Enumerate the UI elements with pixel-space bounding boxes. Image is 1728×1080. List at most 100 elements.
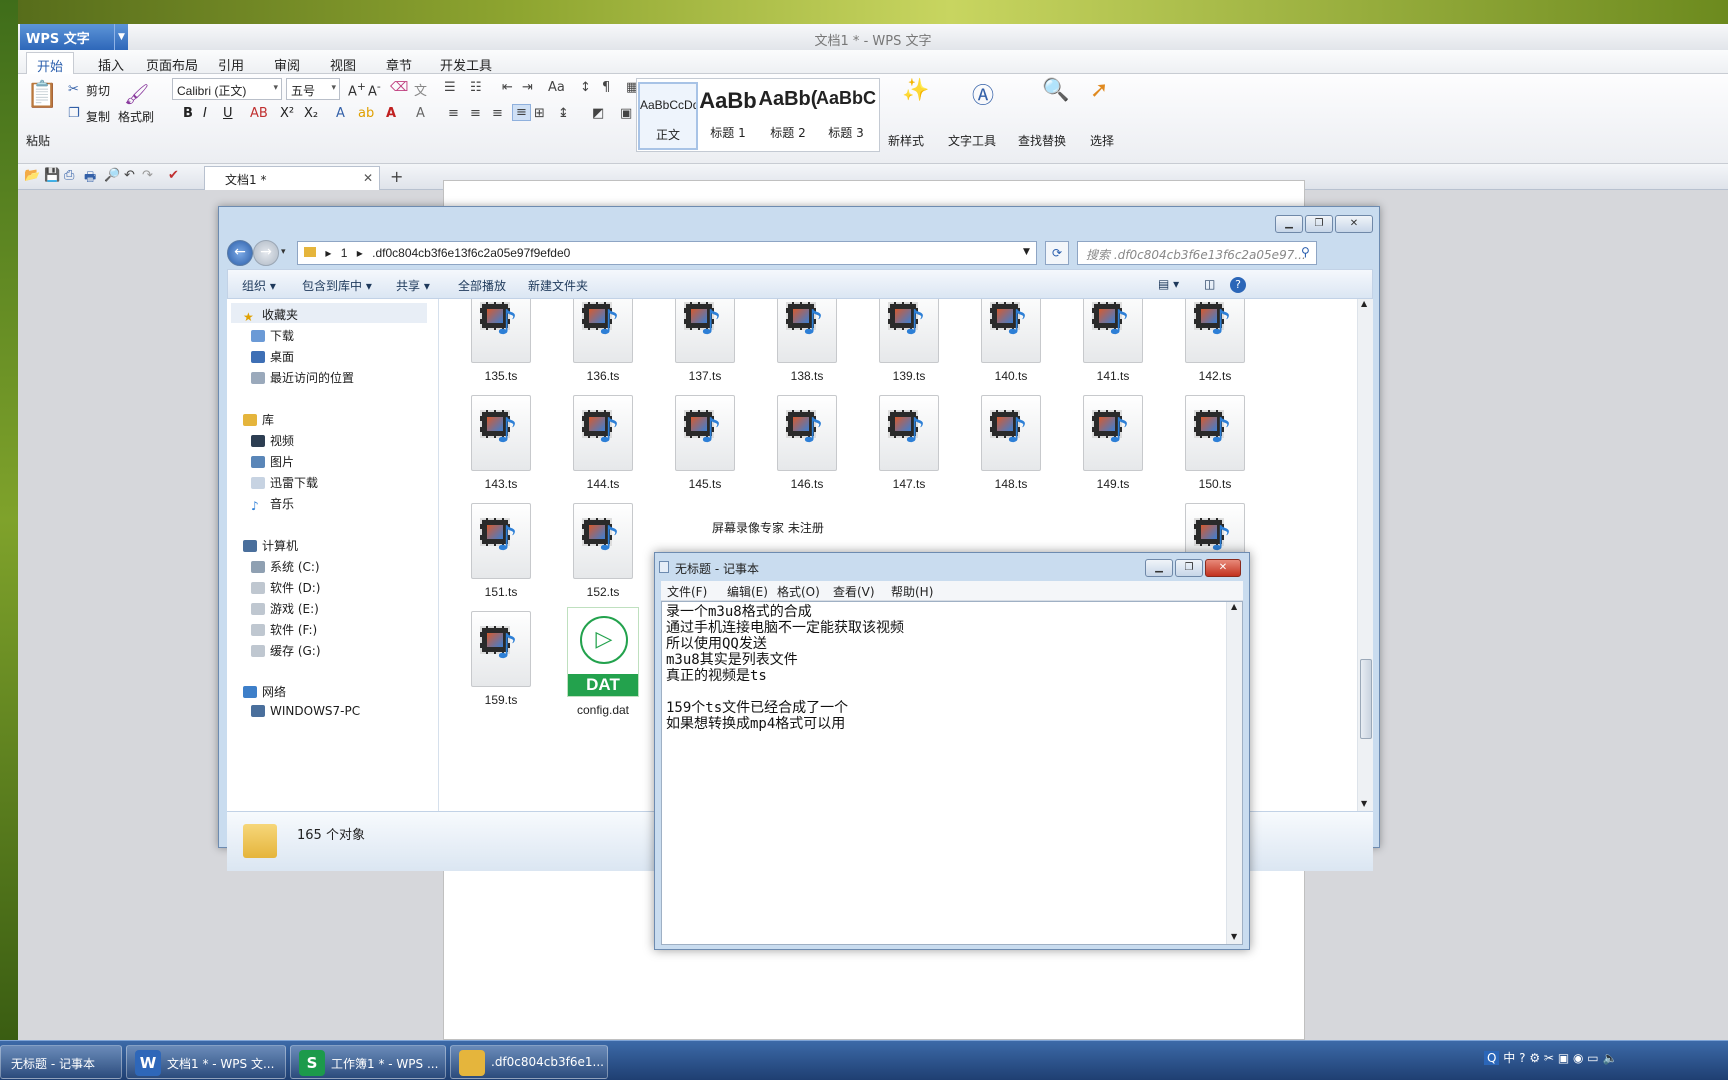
back-arrow-icon[interactable]: ←	[227, 240, 253, 266]
tab-review[interactable]: 审阅	[264, 52, 310, 74]
organize-button[interactable]: 组织 ▾	[242, 277, 276, 294]
italic-icon[interactable]: I	[203, 106, 207, 121]
file-item[interactable]: ♪ 141.ts	[1063, 299, 1163, 383]
open-icon[interactable]: 📂	[24, 168, 40, 183]
preview-pane-icon[interactable]: ◫	[1204, 277, 1215, 291]
notepad-scrollbar[interactable]: ▲ ▼	[1226, 602, 1242, 944]
search-icon[interactable]: ⚲	[1301, 245, 1310, 259]
file-item[interactable]: ♪ 143.ts	[451, 395, 551, 491]
select-cursor-icon[interactable]: ➚	[1090, 78, 1108, 103]
underline-icon[interactable]: U	[223, 106, 233, 121]
address-dropdown-icon[interactable]: ▼	[1023, 247, 1030, 257]
copy-icon[interactable]: ❐	[68, 106, 80, 121]
font-size-select[interactable]: 五号	[286, 78, 340, 100]
shrink-font-icon[interactable]: A-	[368, 80, 381, 99]
menu-edit[interactable]: 编辑(E)	[727, 583, 768, 600]
qq-icon[interactable]: ◉	[1573, 1051, 1583, 1065]
nav-pictures[interactable]: 图片	[251, 453, 294, 470]
qq-pinyin-icon[interactable]: Q	[1484, 1051, 1500, 1065]
highlight-icon[interactable]: ab	[358, 106, 374, 121]
taskbar-notepad[interactable]: 无标题 - 记事本	[0, 1045, 122, 1079]
file-item[interactable]: ♪ 148.ts	[961, 395, 1061, 491]
close-button[interactable]: ✕	[1335, 215, 1373, 233]
nav-drive-c[interactable]: 系统 (C:)	[251, 558, 320, 575]
subscript-icon[interactable]: X₂	[304, 106, 318, 121]
strikethrough-icon[interactable]: AB	[250, 106, 268, 121]
breadcrumb-current[interactable]: .df0c804cb3f6e13f6c2a05e97f9efde0	[372, 246, 570, 260]
tab-references[interactable]: 引用	[208, 52, 254, 74]
file-item[interactable]: ♪ 139.ts	[859, 299, 959, 383]
text-tools-button[interactable]: 文字工具	[948, 132, 996, 149]
notepad-maximize-button[interactable]: ❐	[1175, 559, 1203, 577]
tab-chapter[interactable]: 章节	[376, 52, 422, 74]
increase-indent-icon[interactable]: ⇥	[522, 80, 533, 95]
volume-icon[interactable]: 🔈	[1602, 1051, 1617, 1065]
search-input[interactable]: 搜索 .df0c804cb3f6e13f6c2a05e97...	[1077, 241, 1317, 265]
help-icon[interactable]: ?	[1230, 277, 1246, 293]
export-pdf-icon[interactable]: ⎙	[64, 168, 74, 183]
align-left-icon[interactable]: ≡	[448, 106, 459, 121]
document-tab[interactable]: 文档1 * ✕	[204, 166, 380, 190]
style-heading-3[interactable]: AaBbC 标题 3	[816, 82, 876, 150]
notepad-text-area[interactable]: 录一个m3u8格式的合成 通过手机连接电脑不一定能获取该视频 所以使用QQ发送 …	[661, 601, 1243, 945]
file-item[interactable]: ♪ 138.ts	[757, 299, 857, 383]
find-replace-icon[interactable]: 🔍	[1042, 78, 1069, 103]
scroll-down-icon[interactable]: ▼	[1231, 932, 1237, 941]
font-color-icon[interactable]: A	[386, 106, 396, 121]
file-item[interactable]: ▷ DAT config.dat	[553, 607, 653, 717]
file-item[interactable]: ♪ 137.ts	[655, 299, 755, 383]
paste-button[interactable]: 粘贴	[26, 132, 50, 149]
show-marks-icon[interactable]: ¶	[602, 80, 610, 95]
maximize-button[interactable]: ❐	[1305, 215, 1333, 233]
file-item[interactable]: ♪ 146.ts	[757, 395, 857, 491]
nav-music[interactable]: ♪ 音乐	[251, 495, 294, 513]
menu-help[interactable]: 帮助(H)	[891, 583, 933, 600]
new-style-button[interactable]: 新样式	[888, 132, 924, 149]
borders-icon[interactable]: ▣	[620, 106, 632, 121]
breadcrumb-parent[interactable]: 1	[341, 246, 348, 260]
tab-view[interactable]: 视图	[320, 52, 366, 74]
file-item[interactable]: ♪ 149.ts	[1063, 395, 1163, 491]
scroll-up-icon[interactable]: ▲	[1361, 299, 1367, 308]
nav-favorites[interactable]: ★ 收藏夹	[231, 303, 427, 324]
sort-icon[interactable]: ↕	[580, 80, 591, 95]
monitor-icon[interactable]: ▭	[1587, 1051, 1598, 1065]
format-painter-button[interactable]: 格式刷	[118, 108, 154, 125]
nav-drive-e[interactable]: 游戏 (E:)	[251, 600, 319, 617]
style-normal[interactable]: AaBbCcDd 正文	[638, 82, 698, 150]
phonetic-icon[interactable]: 文	[414, 80, 427, 99]
undo-icon[interactable]: ↶	[124, 168, 135, 183]
settings-icon[interactable]: ⚙	[1529, 1051, 1540, 1065]
notepad-minimize-button[interactable]: ▁	[1145, 559, 1173, 577]
redo-icon[interactable]: ↷	[142, 168, 153, 183]
nav-thunder[interactable]: 迅雷下载	[251, 474, 318, 491]
taskbar-explorer[interactable]: .df0c804cb3f6e1...	[450, 1045, 608, 1079]
tab-page-layout[interactable]: 页面布局	[136, 52, 208, 74]
grow-font-icon[interactable]: A+	[348, 80, 366, 99]
scroll-down-icon[interactable]: ▼	[1361, 799, 1367, 808]
file-item[interactable]: ♪ 140.ts	[961, 299, 1061, 383]
style-heading-2[interactable]: AaBb( 标题 2	[758, 82, 818, 150]
text-tools-icon[interactable]: Ⓐ	[972, 78, 994, 110]
taskbar-wps-sheet[interactable]: S 工作簿1 * - WPS ...	[290, 1045, 446, 1079]
clear-format-icon[interactable]: ⌫	[390, 80, 408, 95]
chevron-down-icon[interactable]: ▼	[114, 24, 128, 50]
superscript-icon[interactable]: X²	[280, 106, 294, 121]
text-effect-icon[interactable]: A	[336, 106, 345, 121]
scroll-up-icon[interactable]: ▲	[1231, 602, 1237, 611]
copy-button[interactable]: 复制	[86, 108, 110, 125]
menu-file[interactable]: 文件(F)	[667, 583, 707, 600]
numbering-icon[interactable]: ☷	[470, 80, 482, 95]
menu-view[interactable]: 查看(V)	[833, 583, 875, 600]
nav-drive-d[interactable]: 软件 (D:)	[251, 579, 320, 596]
menu-format[interactable]: 格式(O)	[777, 583, 820, 600]
font-name-select[interactable]: Calibri (正文)	[172, 78, 282, 100]
change-case-icon[interactable]: Aa	[548, 80, 565, 95]
nav-videos[interactable]: 视频	[251, 432, 294, 449]
notepad-content[interactable]: 录一个m3u8格式的合成 通过手机连接电脑不一定能获取该视频 所以使用QQ发送 …	[666, 604, 904, 732]
breadcrumb-separator-icon[interactable]: ▸	[325, 246, 331, 260]
address-bar[interactable]: ▸ 1 ▸ .df0c804cb3f6e13f6c2a05e97f9efde0	[297, 241, 1037, 265]
file-item[interactable]: ♪ 144.ts	[553, 395, 653, 491]
shading-icon[interactable]: ◩	[592, 106, 604, 121]
find-replace-button[interactable]: 查找替换	[1018, 132, 1066, 149]
